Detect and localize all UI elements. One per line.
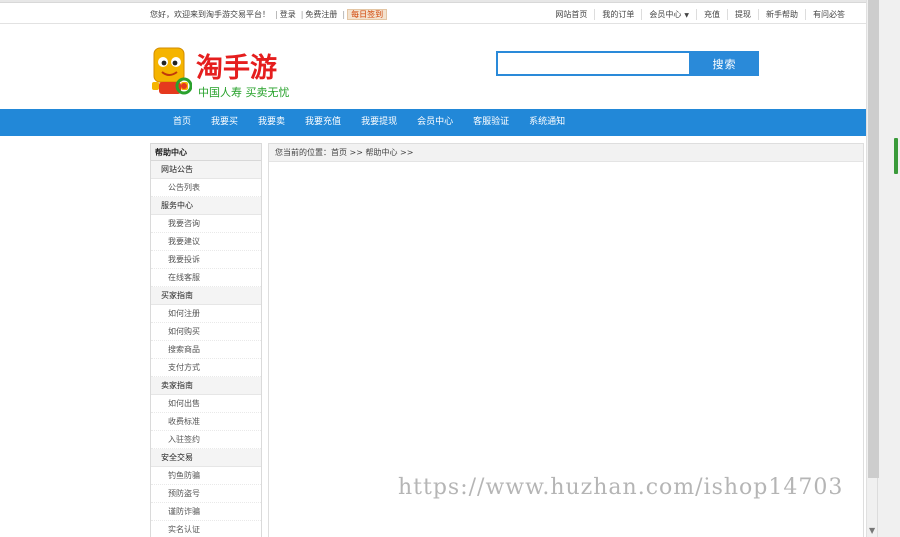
top-link-2[interactable]: 会员中心 ▼ (641, 9, 696, 20)
sidebar-item[interactable]: 我要投诉 (151, 251, 261, 269)
sidebar-item[interactable]: 我要咨询 (151, 215, 261, 233)
mascot-logo-icon (152, 47, 192, 95)
main-nav: 首页 我要买 我要卖 我要充值 我要提现 会员中心 客服验证 系统通知 (0, 109, 866, 136)
nav-item-4[interactable]: 我要提现 (351, 109, 407, 136)
top-link-label: 我的订单 (602, 10, 635, 19)
sidebar-item[interactable]: 如何注册 (151, 305, 261, 323)
breadcrumb-home[interactable]: 首页 (331, 148, 347, 157)
register-link[interactable]: 免费注册 (305, 10, 337, 19)
sidebar-category: 买家指南 (151, 287, 261, 305)
scrollbar-thumb[interactable] (868, 0, 879, 478)
main-nav-list: 首页 我要买 我要卖 我要充值 我要提现 会员中心 客服验证 系统通知 (163, 109, 575, 136)
sidebar-category: 卖家指南 (151, 377, 261, 395)
sidebar-title: 帮助中心 (151, 143, 261, 161)
chevron-down-icon: ▼ (684, 12, 689, 19)
sidebar-item[interactable]: 谨防诈骗 (151, 503, 261, 521)
nav-item-6[interactable]: 客服验证 (463, 109, 519, 136)
sidebar-item[interactable]: 在线客服 (151, 269, 261, 287)
nav-item-5[interactable]: 会员中心 (407, 109, 463, 136)
logo-slogan: 中国人寿 买卖无忧 (198, 86, 290, 99)
top-link-3[interactable]: 充值 (696, 9, 727, 20)
greeting-text: 您好，欢迎来到淘手游交易平台！ (150, 10, 270, 19)
sidebar-item[interactable]: 公告列表 (151, 179, 261, 197)
top-link-label: 有问必答 (813, 10, 845, 19)
top-link-label: 充值 (704, 10, 720, 19)
top-link-6[interactable]: 有问必答 (805, 9, 852, 20)
sidebar-item[interactable]: 入驻签约 (151, 431, 261, 449)
sidebar-category: 服务中心 (151, 197, 261, 215)
sidebar-category: 安全交易 (151, 449, 261, 467)
top-bar-links: 网站首页 我的订单 会员中心 ▼ 充值 提现 新手帮助 有问必答 (548, 9, 852, 20)
scroll-indicator (894, 138, 898, 174)
sidebar-category: 网站公告 (151, 161, 261, 179)
top-link-label: 网站首页 (555, 10, 588, 19)
breadcrumb-separator: >> (349, 148, 363, 157)
sidebar-item[interactable]: 搜索商品 (151, 341, 261, 359)
breadcrumb-prefix: 您当前的位置： (275, 148, 331, 157)
sidebar-groups: 网站公告 公告列表 服务中心 我要咨询 我要建议 我要投诉 在线客服 买家指南 如何注册 如何购买… (151, 161, 261, 537)
sidebar-item[interactable]: 钓鱼防骗 (151, 467, 261, 485)
nav-item-1[interactable]: 我要买 (201, 109, 248, 136)
top-link-1[interactable]: 我的订单 (594, 9, 641, 20)
nav-item-7[interactable]: 系统通知 (519, 109, 575, 136)
sidebar-item[interactable]: 收费标准 (151, 413, 261, 431)
top-link-label: 提现 (735, 10, 751, 19)
sidebar-item[interactable]: 支付方式 (151, 359, 261, 377)
page-scrollbar[interactable]: ▼ (866, 0, 900, 537)
top-link-label: 会员中心 (649, 10, 682, 19)
watermark-text: https://www.huzhan.com/ishop14703 (398, 475, 844, 500)
top-bar: 您好，欢迎来到淘手游交易平台！ | 登录 | 免费注册 | 每日签到 网站首页 我的订单 会员中… (0, 4, 866, 24)
sidebar-item[interactable]: 实名认证 (151, 521, 261, 537)
search-bar: 搜索 (496, 51, 759, 76)
help-sidebar: 帮助中心 网站公告 公告列表 服务中心 我要咨询 我要建议 我要投诉 在线客服 买家指南 如何注… (150, 143, 262, 537)
sidebar-item[interactable]: 如何购买 (151, 323, 261, 341)
daily-signin-button[interactable]: 每日签到 (347, 9, 388, 20)
scroll-down-icon[interactable]: ▼ (869, 526, 875, 535)
breadcrumb: 您当前的位置：首页 >> 帮助中心 >> (269, 144, 863, 162)
nav-item-0[interactable]: 首页 (163, 109, 201, 136)
nav-item-3[interactable]: 我要充值 (295, 109, 351, 136)
logo-name: 淘手游 (196, 53, 277, 84)
top-link-0[interactable]: 网站首页 (548, 9, 594, 20)
sidebar-item[interactable]: 如何出售 (151, 395, 261, 413)
breadcrumb-trail: >> (400, 148, 414, 157)
search-button[interactable]: 搜索 (690, 51, 759, 76)
site-logo[interactable]: 淘手游 中国人寿 买卖无忧 (150, 42, 300, 100)
top-link-label: 新手帮助 (766, 10, 798, 19)
sidebar-item[interactable]: 预防盗号 (151, 485, 261, 503)
login-link[interactable]: 登录 (280, 10, 296, 19)
breadcrumb-current[interactable]: 帮助中心 (366, 148, 398, 157)
nav-item-2[interactable]: 我要卖 (248, 109, 295, 136)
top-bar-left: 您好，欢迎来到淘手游交易平台！ | 登录 | 免费注册 | 每日签到 (150, 9, 390, 20)
search-input[interactable] (496, 51, 691, 76)
sidebar-item[interactable]: 我要建议 (151, 233, 261, 251)
top-link-4[interactable]: 提现 (727, 9, 758, 20)
top-edge-strip (0, 0, 866, 3)
top-link-5[interactable]: 新手帮助 (758, 9, 805, 20)
